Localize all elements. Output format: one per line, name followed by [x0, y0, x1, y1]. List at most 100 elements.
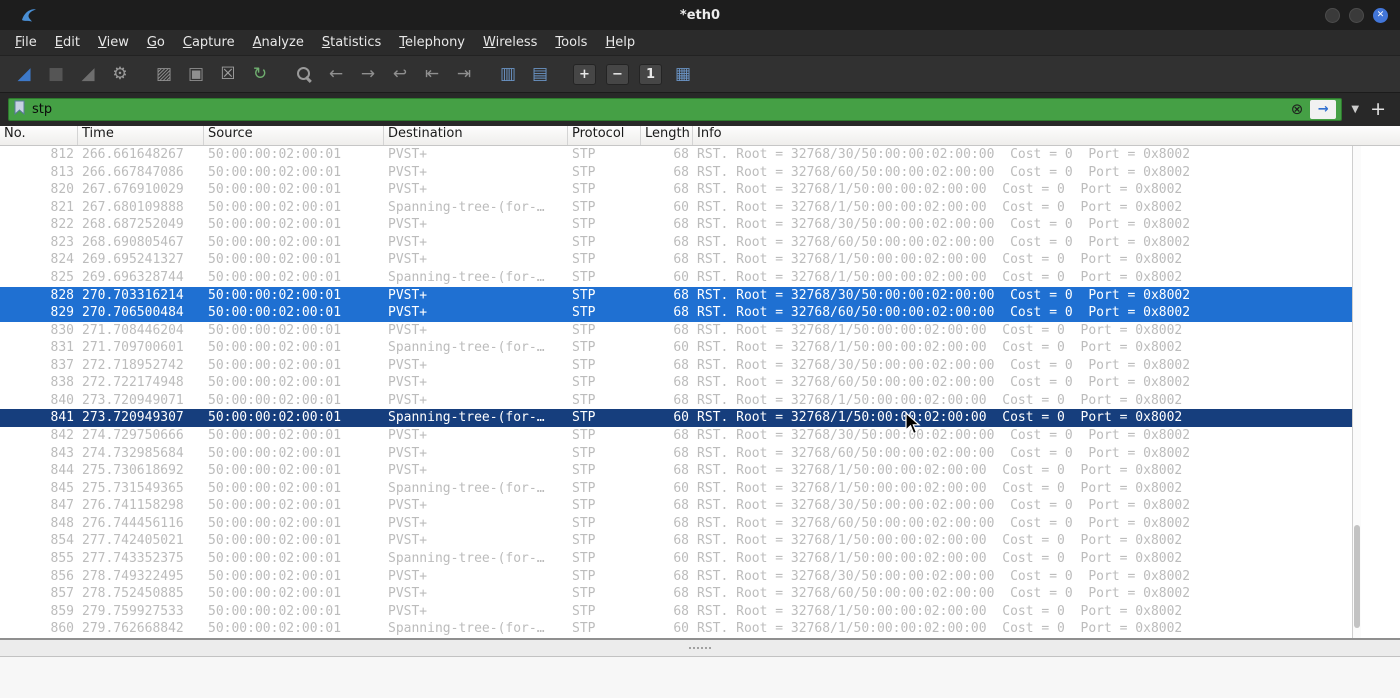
packet-row[interactable]: 823 268.690805467 50:00:00:02:00:01 PVST+ ST…	[0, 234, 1352, 252]
packet-cell-time: 279.762668842	[82, 621, 184, 637]
go-last-packet-icon[interactable]: ⇥	[449, 60, 479, 88]
menu-item-statistics[interactable]: Statistics	[313, 32, 390, 53]
capture-options-icon[interactable]: ⚙	[105, 60, 135, 88]
packet-row[interactable]: 854 277.742405021 50:00:00:02:00:01 PVST+ ST…	[0, 532, 1352, 550]
filter-bookmark-icon[interactable]	[14, 100, 25, 119]
packet-row[interactable]: 821 267.680109888 50:00:00:02:00:01 Spannin…	[0, 199, 1352, 217]
packet-row[interactable]: 844 275.730618692 50:00:00:02:00:01 PVST+ ST…	[0, 462, 1352, 480]
packet-row[interactable]: 812 266.661648267 50:00:00:02:00:01 PVST+ ST…	[0, 146, 1352, 164]
packet-row[interactable]: 845 275.731549365 50:00:00:02:00:01 Spannin…	[0, 480, 1352, 498]
apply-filter-icon[interactable]: →	[1310, 100, 1337, 119]
packet-cell-info: RST. Root = 32768/1/50:00:00:02:00:00 Co…	[697, 480, 1183, 496]
resize-columns-icon[interactable]: ▦	[668, 60, 698, 88]
packet-row[interactable]: 855 277.743352375 50:00:00:02:00:01 Spannin…	[0, 550, 1352, 568]
menu-item-telephony[interactable]: Telephony	[390, 32, 474, 53]
zoom-original-icon[interactable]: 1	[639, 63, 662, 85]
column-header-source[interactable]: Source	[204, 126, 384, 145]
vertical-scrollbar[interactable]	[1352, 146, 1361, 638]
packet-cell-info: RST. Root = 32768/1/50:00:00:02:00:00 Co…	[697, 199, 1183, 215]
packet-row[interactable]: 856 278.749322495 50:00:00:02:00:01 PVST+ ST…	[0, 568, 1352, 586]
packet-row[interactable]: 820 267.676910029 50:00:00:02:00:01 PVST+ ST…	[0, 181, 1352, 199]
menu-item-go[interactable]: Go	[138, 32, 174, 53]
packet-cell-no: 854	[50, 533, 74, 549]
packet-cell-proto: STP	[572, 621, 596, 637]
packet-row[interactable]: 842 274.729750666 50:00:00:02:00:01 PVST+ ST…	[0, 427, 1352, 445]
menu-item-analyze[interactable]: Analyze	[244, 32, 313, 53]
packet-cell-proto: STP	[572, 340, 596, 356]
packet-row[interactable]: 860 279.762668842 50:00:00:02:00:01 Spannin…	[0, 620, 1352, 638]
packet-row[interactable]: 843 274.732985684 50:00:00:02:00:01 PVST+ ST…	[0, 445, 1352, 463]
packet-list[interactable]: 812 266.661648267 50:00:00:02:00:01 PVST+ ST…	[0, 146, 1400, 638]
packet-cell-len: 60	[673, 340, 689, 356]
close-file-icon[interactable]: ☒	[213, 60, 243, 88]
column-header-protocol[interactable]: Protocol	[568, 126, 641, 145]
stop-capture-icon[interactable]: ■	[41, 60, 71, 88]
menu-item-file[interactable]: File	[6, 32, 46, 53]
restart-capture-icon[interactable]: ◢	[73, 60, 103, 88]
menu-item-edit[interactable]: Edit	[46, 32, 89, 53]
packet-row[interactable]: 837 272.718952742 50:00:00:02:00:01 PVST+ ST…	[0, 357, 1352, 375]
packet-cell-proto: STP	[572, 322, 596, 338]
minimize-button[interactable]	[1325, 7, 1340, 23]
open-file-icon[interactable]: ▨	[149, 60, 179, 88]
packet-row[interactable]: 828 270.703316214 50:00:00:02:00:01 PVST+ ST…	[0, 286, 1352, 305]
save-file-icon[interactable]: ▣	[181, 60, 211, 88]
find-packet-icon[interactable]	[289, 60, 319, 88]
pane-splitter[interactable]	[0, 638, 1400, 656]
packet-cell-src: 50:00:00:02:00:01	[208, 375, 342, 391]
maximize-button[interactable]	[1349, 7, 1364, 23]
packet-cell-dst: PVST+	[388, 305, 428, 321]
packet-row[interactable]: 840 273.720949071 50:00:00:02:00:01 PVST+ ST…	[0, 392, 1352, 410]
column-header-no[interactable]: No.	[0, 126, 78, 145]
column-header-destination[interactable]: Destination	[384, 126, 568, 145]
filter-dropdown-icon[interactable]: ▼	[1349, 104, 1361, 115]
packet-row[interactable]: 847 276.741158298 50:00:00:02:00:01 PVST+ ST…	[0, 497, 1352, 515]
start-capture-icon[interactable]: ◢	[9, 60, 39, 88]
display-filter-input[interactable]: stp ⊗ →	[8, 98, 1343, 121]
packet-cell-no: 831	[50, 340, 74, 356]
packet-row[interactable]: 830 271.708446204 50:00:00:02:00:01 PVST+ ST…	[0, 322, 1352, 340]
packet-row[interactable]: 822 268.687252049 50:00:00:02:00:01 PVST+ ST…	[0, 216, 1352, 234]
clear-filter-icon[interactable]: ⊗	[1291, 102, 1304, 117]
column-header-info[interactable]: Info	[693, 126, 1400, 145]
packet-row[interactable]: 859 279.759927533 50:00:00:02:00:01 PVST+ ST…	[0, 603, 1352, 621]
packet-row[interactable]: 829 270.706500484 50:00:00:02:00:01 PVST+ ST…	[0, 304, 1352, 322]
packet-cell-info: RST. Root = 32768/60/50:00:00:02:00:00 C…	[697, 375, 1191, 391]
menu-item-tools[interactable]: Tools	[546, 32, 596, 53]
go-back-icon[interactable]: ←	[321, 60, 351, 88]
go-to-packet-icon[interactable]: ↩	[385, 60, 415, 88]
menu-item-help[interactable]: Help	[596, 32, 644, 53]
packet-cell-len: 60	[673, 621, 689, 637]
packet-row[interactable]: 813 266.667847086 50:00:00:02:00:01 PVST+ ST…	[0, 164, 1352, 182]
colorize-icon[interactable]: ▤	[525, 60, 555, 88]
packet-cell-len: 68	[673, 305, 689, 321]
packet-cell-dst: PVST+	[388, 463, 428, 479]
menu-item-wireless[interactable]: Wireless	[474, 32, 546, 53]
go-first-packet-icon[interactable]: ⇤	[417, 60, 447, 88]
auto-scroll-icon[interactable]: ▥	[493, 60, 523, 88]
zoom-out-icon[interactable]: −	[606, 63, 629, 85]
packet-row[interactable]: 848 276.744456116 50:00:00:02:00:01 PVST+ ST…	[0, 515, 1352, 533]
packet-cell-len: 68	[673, 603, 689, 619]
packet-cell-time: 272.718952742	[82, 357, 184, 373]
packet-cell-src: 50:00:00:02:00:01	[208, 498, 342, 514]
zoom-in-icon[interactable]: +	[573, 63, 596, 85]
scrollbar-thumb[interactable]	[1354, 524, 1360, 629]
packet-cell-proto: STP	[572, 199, 596, 215]
packet-row[interactable]: 825 269.696328744 50:00:00:02:00:01 Spannin…	[0, 269, 1352, 287]
packet-cell-time: 267.680109888	[82, 199, 184, 215]
add-filter-button[interactable]: +	[1368, 98, 1392, 122]
packet-row[interactable]: 857 278.752450885 50:00:00:02:00:01 PVST+ ST…	[0, 585, 1352, 603]
packet-row[interactable]: 824 269.695241327 50:00:00:02:00:01 PVST+ ST…	[0, 251, 1352, 269]
close-button[interactable]: ✕	[1373, 7, 1388, 23]
menu-item-view[interactable]: View	[89, 32, 138, 53]
menu-item-capture[interactable]: Capture	[174, 32, 244, 53]
packet-row[interactable]: 841 273.720949307 50:00:00:02:00:01 Spannin…	[0, 409, 1352, 427]
column-header-time[interactable]: Time	[78, 126, 204, 145]
packet-row[interactable]: 838 272.722174948 50:00:00:02:00:01 PVST+ ST…	[0, 374, 1352, 392]
reload-file-icon[interactable]: ↻	[245, 60, 275, 88]
packet-row[interactable]: 831 271.709700601 50:00:00:02:00:01 Spannin…	[0, 339, 1352, 357]
go-forward-icon[interactable]: →	[353, 60, 383, 88]
column-header-length[interactable]: Length	[641, 126, 693, 145]
packet-cell-time: 267.676910029	[82, 182, 184, 198]
